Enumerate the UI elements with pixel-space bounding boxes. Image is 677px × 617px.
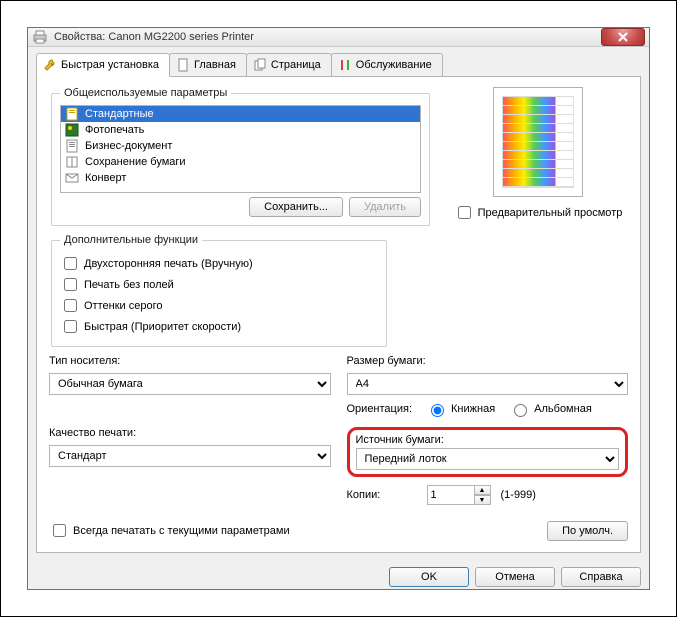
preview-checkbox-row[interactable]: Предварительный просмотр <box>448 203 628 222</box>
extras-legend: Дополнительные функции <box>60 234 202 246</box>
size-select[interactable]: A4 <box>347 373 629 395</box>
tab-label: Главная <box>194 59 236 71</box>
window-title: Свойства: Canon MG2200 series Printer <box>54 31 601 43</box>
duplex-check[interactable]: Двухсторонняя печать (Вручную) <box>60 254 378 273</box>
profiles-listbox[interactable]: Стандартные Фотопечать Бизнес-документ С… <box>60 105 421 193</box>
titlebar: Свойства: Canon MG2200 series Printer <box>28 28 649 47</box>
tab-quick-setup[interactable]: Быстрая установка <box>36 53 170 77</box>
list-item[interactable]: Конверт <box>61 170 420 186</box>
printer-icon <box>32 29 48 45</box>
cancel-button[interactable]: Отмена <box>475 567 555 587</box>
source-highlight: Источник бумаги: Передний лоток <box>347 427 629 477</box>
dialog-footer: OK Отмена Справка <box>28 561 649 597</box>
spin-up[interactable]: ▲ <box>475 485 491 495</box>
copies-range: (1-999) <box>501 489 536 501</box>
list-item[interactable]: Фотопечать <box>61 122 420 138</box>
size-label: Размер бумаги: <box>347 355 629 367</box>
close-button[interactable] <box>601 28 645 46</box>
profiles-fieldset: Общеиспользуемые параметры Стандартные Ф… <box>51 87 430 226</box>
grayscale-check[interactable]: Оттенки серого <box>60 296 378 315</box>
photo-icon <box>65 123 79 137</box>
save-paper-icon <box>65 155 79 169</box>
tab-label: Быстрая установка <box>61 59 159 71</box>
media-label: Тип носителя: <box>49 355 331 367</box>
source-label: Источник бумаги: <box>356 434 620 446</box>
source-select[interactable]: Передний лоток <box>356 448 620 470</box>
fast-check[interactable]: Быстрая (Приоритет скорости) <box>60 317 378 336</box>
standard-icon <box>65 107 79 121</box>
tab-body: Общеиспользуемые параметры Стандартные Ф… <box>36 76 641 553</box>
help-button[interactable]: Справка <box>561 567 641 587</box>
extras-fieldset: Дополнительные функции Двухсторонняя печ… <box>51 234 387 347</box>
business-icon <box>65 139 79 153</box>
preview-checkbox[interactable] <box>458 206 471 219</box>
list-item[interactable]: Бизнес-документ <box>61 138 420 154</box>
doc-icon <box>176 58 190 72</box>
pages-icon <box>253 58 267 72</box>
profiles-legend: Общеиспользуемые параметры <box>60 87 231 99</box>
tab-label: Страница <box>271 59 321 71</box>
page-preview <box>493 87 583 197</box>
tab-strip: Быстрая установка Главная Страница Обслу… <box>28 47 649 76</box>
envelope-icon <box>65 171 79 185</box>
defaults-button[interactable]: По умолч. <box>547 521 628 541</box>
save-profile-button[interactable]: Сохранить... <box>249 197 343 217</box>
delete-profile-button[interactable]: Удалить <box>349 197 421 217</box>
spin-down[interactable]: ▼ <box>475 495 491 505</box>
quality-select[interactable]: Стандарт <box>49 445 331 467</box>
landscape-radio[interactable]: Альбомная <box>509 401 592 417</box>
quality-label: Качество печати: <box>49 427 331 439</box>
list-item[interactable]: Сохранение бумаги <box>61 154 420 170</box>
properties-dialog: Свойства: Canon MG2200 series Printer Бы… <box>27 27 650 590</box>
tab-maintenance[interactable]: Обслуживание <box>331 53 443 76</box>
tab-main[interactable]: Главная <box>169 53 247 76</box>
copies-spinner[interactable]: ▲▼ <box>427 485 491 505</box>
tab-label: Обслуживание <box>356 59 432 71</box>
list-item[interactable]: Стандартные <box>61 106 420 122</box>
wrench-icon <box>43 58 57 72</box>
tab-page[interactable]: Страница <box>246 53 332 76</box>
media-select[interactable]: Обычная бумага <box>49 373 331 395</box>
copies-input[interactable] <box>427 485 475 505</box>
orient-label: Ориентация: <box>347 403 413 415</box>
borderless-check[interactable]: Печать без полей <box>60 275 378 294</box>
copies-label: Копии: <box>347 489 417 501</box>
portrait-radio[interactable]: Книжная <box>426 401 495 417</box>
always-print-check[interactable]: Всегда печатать с текущими параметрами <box>49 521 290 540</box>
tools-icon <box>338 58 352 72</box>
ok-button[interactable]: OK <box>389 567 469 587</box>
